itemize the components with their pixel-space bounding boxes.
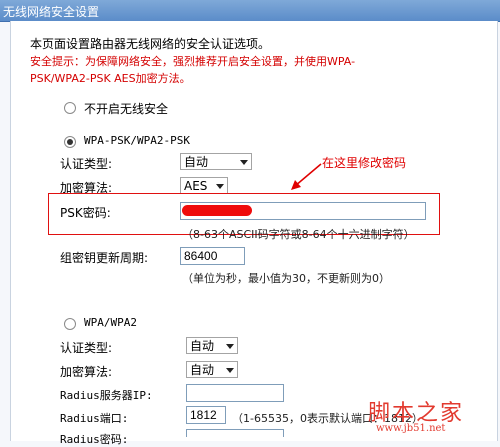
wpa-encryption-select[interactable]: 自动 bbox=[186, 361, 238, 378]
psk-auth-type-value: 自动 bbox=[184, 155, 209, 169]
rekey-period-label: 组密钥更新周期: bbox=[60, 251, 149, 265]
psk-redaction-mark bbox=[182, 205, 252, 216]
watermark-url: www.jb51.net bbox=[376, 423, 446, 434]
radius-password-input[interactable] bbox=[186, 429, 284, 437]
wpa-encryption-label: 加密算法: bbox=[60, 365, 113, 379]
wpa-encryption-value: 自动 bbox=[190, 363, 215, 377]
rekey-period-input[interactable] bbox=[180, 247, 245, 265]
window-titlebar: 无线网络安全设置 bbox=[0, 0, 500, 22]
radius-ip-input[interactable] bbox=[186, 384, 284, 402]
window-title: 无线网络安全设置 bbox=[3, 5, 100, 19]
security-warning-line1: 安全提示：为保障网络安全，强烈推荐开启安全设置，并使用WPA- bbox=[30, 55, 356, 68]
radius-port-input[interactable] bbox=[186, 406, 226, 424]
security-warning-line2: PSK/WPA2-PSK AES加密方法。 bbox=[30, 72, 191, 85]
intro-text: 本页面设置路由器无线网络的安全认证选项。 bbox=[30, 37, 271, 51]
wpa-auth-type-value: 自动 bbox=[190, 339, 215, 353]
radio-wpa-psk[interactable] bbox=[64, 136, 76, 148]
chevron-down-icon bbox=[216, 184, 224, 189]
annotation-text: 在这里修改密码 bbox=[322, 156, 407, 170]
psk-encryption-select[interactable]: AES bbox=[180, 177, 228, 194]
radio-wpa-psk-label: WPA-PSK/WPA2-PSK bbox=[84, 134, 190, 147]
chevron-down-icon bbox=[226, 368, 234, 373]
chevron-down-icon bbox=[240, 160, 248, 165]
psk-auth-type-select[interactable]: 自动 bbox=[180, 153, 252, 170]
psk-auth-type-label: 认证类型: bbox=[60, 157, 113, 171]
psk-encryption-value: AES bbox=[184, 179, 208, 193]
radius-port-label: Radius端口: bbox=[60, 412, 129, 425]
site-watermark: 脚本之家 www.jb51.net bbox=[368, 395, 498, 437]
wpa-auth-type-label: 认证类型: bbox=[60, 341, 113, 355]
radius-password-label: Radius密码: bbox=[60, 433, 129, 446]
psk-password-label: PSK密码: bbox=[60, 206, 111, 220]
annotation-arrow-icon bbox=[291, 163, 322, 190]
chevron-down-icon bbox=[226, 344, 234, 349]
radio-disable-security-label: 不开启无线安全 bbox=[84, 102, 169, 116]
radio-disable-security[interactable] bbox=[64, 102, 76, 114]
radio-wpa-label: WPA/WPA2 bbox=[84, 316, 137, 329]
radio-wpa[interactable] bbox=[64, 318, 76, 330]
wpa-auth-type-select[interactable]: 自动 bbox=[186, 337, 238, 354]
radius-ip-label: Radius服务器IP: bbox=[60, 389, 153, 402]
rekey-period-hint: （单位为秒，最小值为30，不更新则为0） bbox=[182, 272, 390, 285]
psk-password-hint: （8-63个ASCII码字符或8-64个十六进制字符） bbox=[182, 228, 415, 241]
